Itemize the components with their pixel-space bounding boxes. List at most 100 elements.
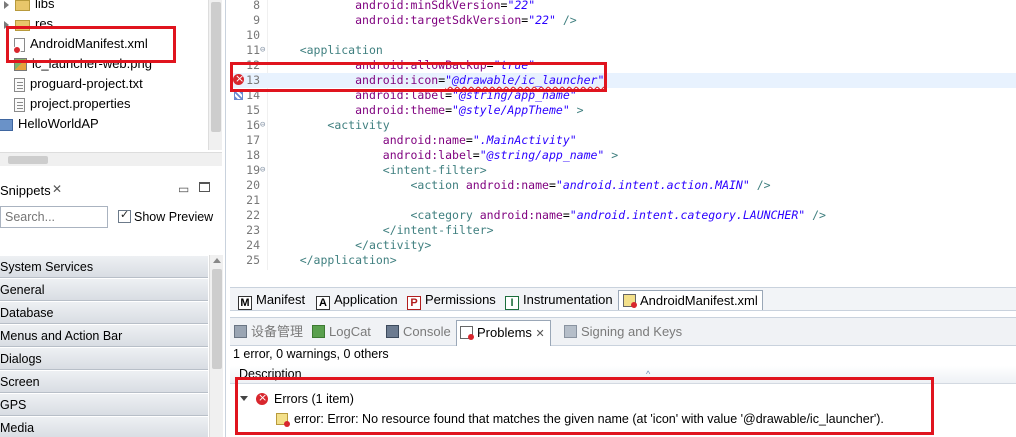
permissions-tab-icon: P (407, 296, 421, 310)
line-number: 10 (246, 28, 260, 42)
code-line[interactable]: 11 ⊖ <application (230, 43, 1016, 58)
error-overlay-icon (13, 45, 21, 54)
fold-toggle-icon[interactable]: ⊖ (260, 118, 265, 133)
tree-item-libs[interactable]: libs (4, 0, 55, 14)
error-item-row[interactable]: error: Error: No resource found that mat… (276, 410, 884, 428)
image-file-icon (14, 58, 27, 72)
snippets-search-input[interactable] (0, 206, 108, 228)
tab-label: Permissions (425, 292, 496, 307)
snippet-category[interactable]: Screen (0, 370, 208, 393)
annotation-marker-icon[interactable] (234, 91, 243, 100)
scrollbar-thumb[interactable] (8, 156, 48, 164)
snippets-scrollbar[interactable] (209, 255, 223, 437)
code-text: android:label="@string/app_name" (355, 88, 577, 102)
signing-keys-icon (564, 325, 577, 338)
tab-application[interactable]: A Application (314, 290, 398, 310)
snippets-header: Snippets ✕ ▭ (0, 180, 222, 202)
xml-code-editor[interactable]: 8 android:minSdkVersion="22" 9 android:ta… (230, 0, 1016, 286)
code-line[interactable]: 22 <category android:name="android.inten… (230, 208, 1016, 223)
project-icon (0, 118, 13, 131)
tree-item-helloworldap[interactable]: HelloWorldAP (0, 114, 99, 134)
tree-vertical-scrollbar[interactable] (208, 0, 222, 150)
tree-item-res[interactable]: res (4, 14, 53, 34)
sort-indicator-icon: ^ (646, 369, 651, 379)
code-line[interactable]: 18 android:label="@string/app_name" > (230, 148, 1016, 163)
code-line[interactable]: 14 android:label="@string/app_name" (230, 88, 1016, 103)
tab-problems[interactable]: Problems ✕ (456, 320, 551, 346)
code-text: android:minSdkVersion="22" (355, 0, 536, 12)
expand-arrow-icon[interactable] (4, 20, 9, 29)
code-line[interactable]: 17 android:name=".MainActivity" (230, 133, 1016, 148)
code-line[interactable]: 23 </intent-filter> (230, 223, 1016, 238)
error-marker-icon[interactable] (233, 71, 244, 86)
tree-item-proguard[interactable]: proguard-project.txt (14, 74, 143, 94)
tab-label: Manifest (256, 292, 306, 307)
description-column-header[interactable]: Description ^ (230, 366, 1016, 384)
tab-label: LogCat (329, 324, 371, 339)
xml-file-icon (623, 294, 637, 308)
tab-signing-and-keys[interactable]: Signing and Keys (564, 323, 682, 343)
code-line[interactable]: 8 android:minSdkVersion="22" (230, 0, 1016, 13)
tab-androidmanifest-xml[interactable]: AndroidManifest.xml (618, 290, 763, 310)
close-icon[interactable]: ✕ (536, 328, 545, 340)
tree-item-androidmanifest[interactable]: AndroidManifest.xml (13, 34, 148, 54)
fold-toggle-icon[interactable]: ⊖ (260, 163, 265, 178)
snippet-category[interactable]: Media (0, 416, 208, 437)
scroll-up-icon[interactable] (213, 258, 221, 263)
errors-group-row[interactable]: Errors (1 item) (240, 389, 354, 408)
column-header-label: Description (239, 367, 302, 381)
scrollbar-thumb[interactable] (212, 269, 222, 369)
snippet-category[interactable]: Menus and Action Bar (0, 324, 208, 347)
code-line[interactable]: 24 </activity> (230, 238, 1016, 253)
tab-label: Problems (477, 325, 532, 340)
tree-item-project-properties[interactable]: project.properties (14, 94, 130, 114)
show-preview-checkbox[interactable]: Show Preview (118, 208, 214, 224)
tree-horizontal-scrollbar[interactable] (0, 152, 222, 166)
code-text: </application> (299, 253, 397, 267)
folder-icon (15, 20, 30, 32)
code-line[interactable]: 21 (230, 193, 1016, 208)
code-text: android:label="@string/app_name" > (382, 148, 619, 162)
code-line[interactable]: 15 android:theme="@style/AppTheme" > (230, 103, 1016, 118)
tab-console[interactable]: Console (386, 323, 451, 343)
checkbox-icon[interactable] (118, 208, 131, 223)
tab-logcat[interactable]: LogCat (312, 323, 371, 343)
line-number: 19 (246, 163, 260, 177)
group-label: Errors (1 item) (274, 392, 354, 406)
fold-toggle-icon[interactable]: ⊖ (260, 43, 265, 58)
minimize-icon[interactable]: ▭ (178, 182, 189, 196)
code-line[interactable]: 10 (230, 28, 1016, 43)
logcat-icon (312, 325, 325, 338)
code-line[interactable]: 25 </application> (230, 253, 1016, 268)
snippet-category[interactable]: System Services (0, 255, 208, 278)
tab-instrumentation[interactable]: I Instrumentation (503, 290, 613, 310)
tab-manifest[interactable]: M Manifest (236, 290, 305, 310)
code-line[interactable]: 16 ⊖ <activity (230, 118, 1016, 133)
show-preview-label: Show Preview (134, 210, 214, 224)
error-icon (256, 389, 268, 407)
tab-device-manager[interactable]: 设备管理 (234, 323, 303, 343)
scrollbar-thumb[interactable] (211, 2, 221, 132)
code-text: <application (299, 43, 383, 57)
left-panel: libs res AndroidManifest.xml ic_launcher… (0, 0, 226, 437)
tree-item-ic-launcher-web[interactable]: ic_launcher-web.png (14, 54, 152, 74)
snippet-category[interactable]: General (0, 278, 208, 301)
line-number: 11 (246, 43, 260, 57)
code-line[interactable]: 19 ⊖ <intent-filter> (230, 163, 1016, 178)
close-icon[interactable]: ✕ (52, 182, 62, 196)
application-tab-icon: A (316, 296, 330, 310)
code-text: </activity> (355, 238, 432, 252)
code-line[interactable]: 9 android:targetSdkVersion="22" /> (230, 13, 1016, 28)
tab-label: Application (334, 292, 398, 307)
code-line[interactable]: 12 android:allowBackup="true" (230, 58, 1016, 73)
snippet-category[interactable]: GPS (0, 393, 208, 416)
code-text: <activity (327, 118, 390, 132)
snippet-category[interactable]: Database (0, 301, 208, 324)
tab-permissions[interactable]: P Permissions (405, 290, 496, 310)
expand-arrow-icon[interactable] (4, 0, 9, 9)
collapse-arrow-icon[interactable] (240, 396, 248, 401)
code-line[interactable]: 20 <action android:name="android.intent.… (230, 178, 1016, 193)
snippet-category[interactable]: Dialogs (0, 347, 208, 370)
code-line[interactable]: 13 android:icon="@drawable/ic_launcher" (230, 71, 1016, 88)
maximize-icon[interactable] (199, 182, 210, 192)
